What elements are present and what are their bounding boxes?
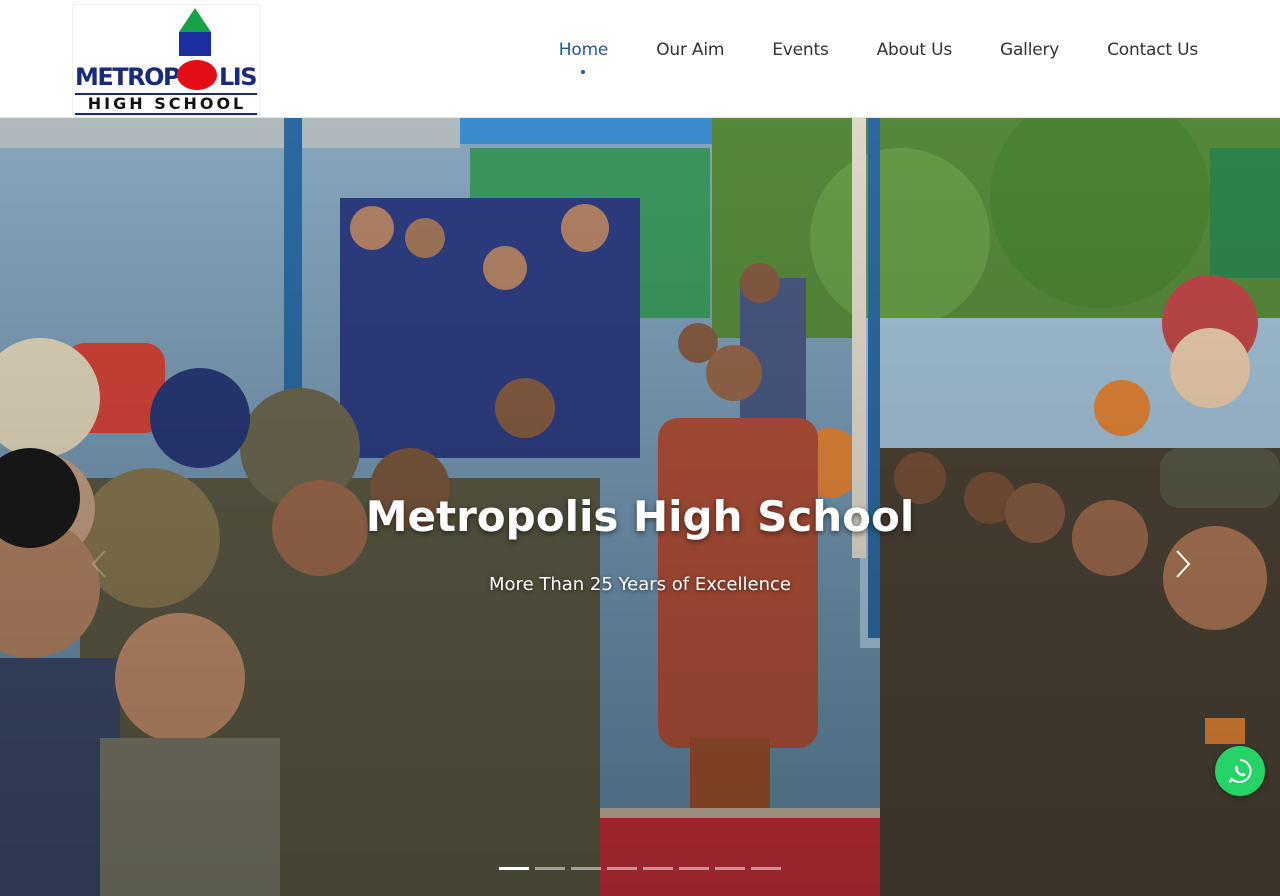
carousel-next-button[interactable] (1168, 544, 1198, 584)
carousel-indicator[interactable] (715, 867, 745, 870)
logo-rule-bottom (75, 113, 257, 115)
main-nav: Home Our Aim Events About Us Gallery Con… (558, 38, 1198, 74)
nav-gallery[interactable]: Gallery (1000, 38, 1059, 62)
hero-subtitle: More Than 25 Years of Excellence (489, 574, 791, 595)
carousel-indicator[interactable] (535, 867, 565, 870)
nav-contact-us-label: Contact Us (1107, 40, 1198, 60)
school-logo[interactable]: METROP LIS HIGH SCHOOL (72, 4, 260, 116)
hero-carousel: Metropolis High School More Than 25 Year… (0, 118, 1280, 896)
whatsapp-chat-button[interactable] (1215, 746, 1265, 796)
carousel-indicator[interactable] (643, 867, 673, 870)
nav-contact-us[interactable]: Contact Us (1107, 38, 1198, 62)
carousel-indicator[interactable] (499, 867, 529, 870)
logo-subtitle: HIGH SCHOOL (87, 94, 247, 113)
carousel-indicator[interactable] (607, 867, 637, 870)
logo-square (179, 32, 211, 56)
whatsapp-icon (1228, 759, 1252, 783)
site-header: METROP LIS HIGH SCHOOL Home Our Aim Even… (0, 0, 1280, 118)
hero-title: Metropolis High School (365, 492, 915, 541)
logo-word-right: LIS (219, 63, 258, 91)
nav-our-aim[interactable]: Our Aim (656, 38, 724, 62)
carousel-indicator[interactable] (751, 867, 781, 870)
logo-triangle (179, 8, 211, 32)
nav-events[interactable]: Events (772, 38, 829, 62)
nav-home[interactable]: Home (558, 38, 609, 74)
carousel-indicator[interactable] (679, 867, 709, 870)
nav-events-label: Events (772, 40, 829, 60)
chevron-left-icon (91, 550, 106, 578)
chevron-right-icon (1176, 550, 1191, 578)
nav-gallery-label: Gallery (999, 40, 1060, 60)
nav-our-aim-label: Our Aim (656, 40, 725, 60)
nav-home-label: Home (558, 40, 609, 60)
nav-about-us[interactable]: About Us (876, 38, 953, 62)
logo-red-oval (177, 60, 217, 90)
carousel-indicators (499, 867, 781, 870)
logo-word-left: METROP (75, 63, 181, 91)
carousel-prev-button[interactable] (84, 544, 114, 584)
nav-about-us-label: About Us (876, 40, 953, 60)
nav-active-dot (581, 70, 586, 74)
carousel-indicator[interactable] (571, 867, 601, 870)
